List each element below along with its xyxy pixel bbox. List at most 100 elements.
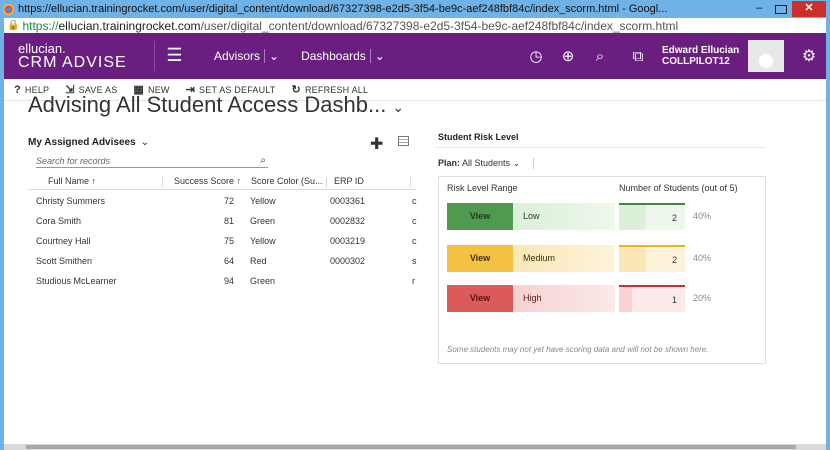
cell-extra: c — [412, 216, 417, 226]
plan-divider — [532, 158, 534, 170]
close-button[interactable]: ✕ — [792, 1, 826, 17]
maximize-button[interactable] — [775, 4, 787, 14]
scrollbar-thumb[interactable] — [26, 445, 796, 449]
column-student-count: Number of Students (out of 5) — [619, 183, 738, 193]
count-medium: 2 — [619, 245, 685, 272]
table-row[interactable]: Christy Summers 72 Yellow 0003361 c — [28, 192, 417, 212]
horizontal-scrollbar[interactable] — [4, 444, 826, 450]
url-path: /user/digital_content/download/67327398-… — [200, 18, 679, 33]
chevron-down-icon[interactable]: ⌄ — [269, 49, 279, 63]
add-record-icon[interactable]: ✚ — [370, 134, 383, 154]
search-input[interactable]: Search for records ⌕ — [36, 154, 268, 168]
user-info[interactable]: Edward Ellucian COLLPILOT12 — [662, 45, 740, 67]
cell-extra: s — [412, 256, 417, 266]
view-low-button[interactable]: View — [447, 203, 513, 230]
risk-title: Student Risk Level — [436, 132, 766, 148]
cell-name[interactable]: Scott Smithen — [36, 256, 92, 266]
advisees-title: My Assigned Advisees — [28, 136, 136, 148]
count-low: 2 — [619, 203, 685, 230]
open-grid-icon[interactable] — [398, 136, 409, 146]
risk-level-medium: Medium — [513, 245, 615, 272]
chevron-down-icon[interactable]: ⌄ — [513, 158, 521, 168]
url-host: ellucian.trainingrocket.com — [58, 18, 201, 33]
cell-extra: r — [412, 276, 415, 286]
avatar-silhouette — [759, 54, 773, 68]
column-divider — [162, 176, 163, 188]
plan-value: All Students — [462, 158, 511, 168]
advisees-panel: My Assigned Advisees ⌄ ✚ Search for recor… — [28, 132, 417, 286]
window-title: https://ellucian.trainingrocket.com/user… — [18, 3, 668, 15]
column-success-score[interactable]: Success Score ↑ — [174, 176, 241, 186]
plan-label: Plan: — [438, 158, 461, 168]
nav-divider — [369, 49, 371, 63]
cell-color: Yellow — [250, 236, 276, 246]
cell-color: Green — [250, 216, 276, 226]
table-row[interactable]: Courtney Hall 75 Yellow 0003219 c — [28, 232, 417, 252]
url-scheme: https:// — [22, 18, 59, 33]
risk-panel: Student Risk Level Plan: All Students ⌄ … — [436, 132, 766, 364]
cell-name[interactable]: Studious McLearner — [36, 276, 117, 286]
chevron-down-icon[interactable]: ⌄ — [392, 99, 404, 115]
page-title: Advising All Student Access Dashb... — [28, 92, 387, 117]
brand-logo[interactable]: ellucian. CRM ADVISE — [4, 42, 154, 71]
cell-extra: c — [412, 236, 417, 246]
minimize-button[interactable]: – — [748, 2, 770, 16]
cell-score: 72 — [224, 196, 235, 206]
risk-level-low: Low — [513, 203, 615, 230]
cell-erp: 0002832 — [330, 216, 366, 226]
quick-create-icon[interactable]: ⊕ — [552, 47, 584, 65]
address-bar[interactable]: 🔒 https:// ellucian.trainingrocket.com /… — [4, 18, 826, 33]
recent-clock-icon[interactable]: ◷ — [520, 47, 552, 65]
brand-product: CRM ADVISE — [18, 54, 127, 71]
dashboard-selector[interactable]: Advising All Student Access Dashb... ⌄ — [28, 92, 404, 118]
help-icon: ? — [14, 83, 21, 96]
hamburger-icon[interactable]: ☰ — [154, 41, 194, 71]
view-medium-button[interactable]: View — [447, 245, 513, 272]
top-navbar: ellucian. CRM ADVISE ☰ Advisors ⌄ Dashbo… — [4, 33, 826, 79]
browser-titlebar: https://ellucian.trainingrocket.com/user… — [0, 0, 830, 18]
user-name: Edward Ellucian — [662, 45, 740, 56]
cell-color: Red — [250, 256, 267, 266]
cell-name[interactable]: Courtney Hall — [36, 236, 91, 246]
column-risk-range: Risk Level Range — [447, 183, 518, 193]
plan-selector[interactable]: Plan: All Students ⌄ — [436, 158, 766, 172]
count-high: 1 — [619, 285, 685, 312]
chevron-down-icon[interactable]: ⌄ — [141, 137, 149, 148]
table-row[interactable]: Cora Smith 81 Green 0002832 c — [28, 212, 417, 232]
advanced-find-icon[interactable]: ⧉ — [622, 48, 654, 65]
column-full-name[interactable]: Full Name ↑ — [48, 176, 96, 186]
advisees-rows: Christy Summers 72 Yellow 0003361 c Cora… — [28, 192, 417, 292]
nav-right-tools: ◷ ⊕ ⌕ ⧉ Edward Ellucian COLLPILOT12 ⚙ — [520, 33, 826, 79]
chevron-down-icon[interactable]: ⌄ — [375, 49, 385, 63]
cell-score: 94 — [224, 276, 235, 286]
advisees-view-selector[interactable]: My Assigned Advisees ⌄ — [28, 137, 149, 148]
avatar[interactable] — [748, 40, 784, 72]
cell-score: 75 — [224, 236, 235, 246]
nav-dashboards[interactable]: Dashboards ⌄ — [295, 49, 391, 63]
nav-advisors[interactable]: Advisors ⌄ — [208, 49, 285, 63]
table-row[interactable]: Scott Smithen 64 Red 0000302 s — [28, 252, 417, 272]
risk-level-high: High — [513, 285, 615, 312]
column-score-color[interactable]: Score Color (Su... — [251, 176, 323, 186]
chrome-icon — [3, 3, 14, 15]
percent-low: 40% — [693, 211, 712, 221]
cell-extra: c — [412, 196, 417, 206]
user-org: COLLPILOT12 — [662, 56, 730, 67]
column-erp-id[interactable]: ERP ID — [334, 176, 364, 186]
table-header: Full Name ↑ Success Score ↑ Score Color … — [28, 174, 416, 190]
cell-color: Green — [250, 276, 276, 286]
view-high-button[interactable]: View — [447, 285, 513, 312]
cell-erp: 0003219 — [330, 236, 366, 246]
nav-divider — [264, 49, 266, 63]
search-icon[interactable]: ⌕ — [260, 155, 266, 166]
table-row[interactable]: Studious McLearner 94 Green r — [28, 272, 416, 292]
scoring-note: Some students may not yet have scoring d… — [447, 345, 709, 354]
lock-icon: 🔒 — [7, 20, 20, 31]
search-icon[interactable]: ⌕ — [584, 48, 616, 65]
cell-score: 64 — [224, 256, 235, 266]
cell-color: Yellow — [250, 196, 276, 206]
cell-name[interactable]: Cora Smith — [36, 216, 81, 226]
nav-advisors-label: Advisors — [214, 49, 261, 63]
gear-icon[interactable]: ⚙ — [792, 46, 826, 66]
cell-name[interactable]: Christy Summers — [36, 196, 105, 206]
